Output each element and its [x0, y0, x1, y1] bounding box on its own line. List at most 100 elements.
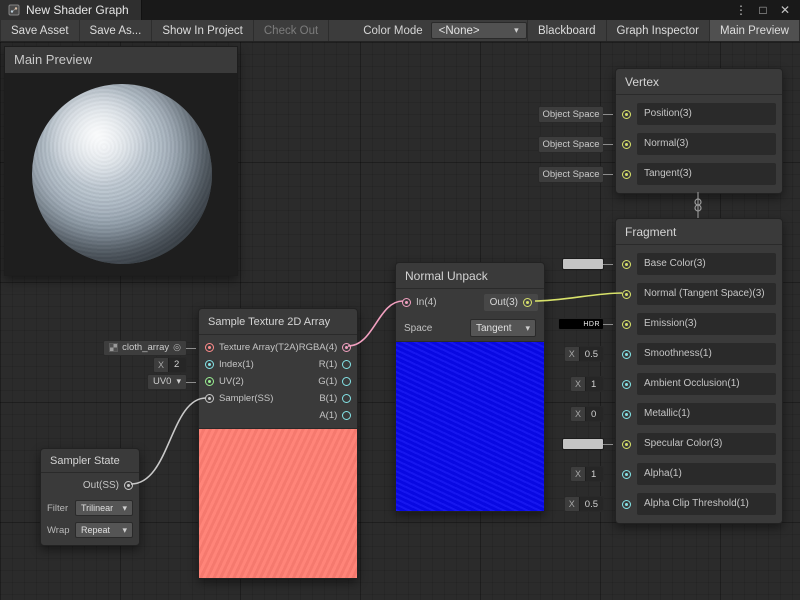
texture-array-input-row: cloth_array ◎ Texture Array(T2A)	[199, 339, 299, 356]
port-label: R(1)	[319, 359, 337, 370]
vertex-node-title: Vertex	[616, 69, 782, 95]
uv-channel-dropdown[interactable]: UV0 ▾	[147, 374, 187, 390]
index-float-field[interactable]: X 2	[153, 357, 187, 373]
port-label: Tangent(3)	[637, 163, 776, 185]
graph-canvas[interactable]: Main Preview Vertex Object Space Positio…	[0, 42, 800, 600]
kebab-menu-icon[interactable]: ⋮	[732, 3, 750, 17]
fragment-node-title: Fragment	[616, 219, 782, 245]
rgba-port[interactable]	[342, 343, 351, 352]
float-value[interactable]: 0.5	[579, 497, 603, 511]
port-label: Sampler(SS)	[219, 393, 273, 404]
emission-hdr-swatch[interactable]: HDR	[558, 318, 604, 330]
b-port[interactable]	[342, 394, 351, 403]
shader-graph-window: New Shader Graph ⋮ □ ✕ Save Asset Save A…	[0, 0, 800, 600]
texture-array-port[interactable]	[205, 343, 214, 352]
metallic-port[interactable]	[622, 410, 631, 419]
alpha-port[interactable]	[622, 470, 631, 479]
r-port[interactable]	[342, 360, 351, 369]
normal-port[interactable]	[622, 140, 631, 149]
chevron-down-icon: ▾	[122, 503, 127, 514]
object-picker-icon[interactable]: ◎	[173, 342, 181, 353]
port-label: B(1)	[319, 393, 337, 404]
fragment-node[interactable]: Fragment Base Color(3) Normal (Tangent S…	[615, 218, 783, 524]
filter-dropdown[interactable]: Trilinear ▾	[75, 500, 133, 516]
sample-node-title: Sample Texture 2D Array	[199, 309, 357, 335]
float-value[interactable]: 2	[168, 358, 186, 372]
port-label: Position(3)	[637, 103, 776, 125]
vertex-node[interactable]: Vertex Object Space Position(3) Object S…	[615, 68, 783, 194]
in-port[interactable]	[402, 298, 411, 307]
window-controls: ⋮ □ ✕	[732, 0, 800, 20]
graph-tab[interactable]: New Shader Graph	[0, 0, 142, 20]
main-preview-panel[interactable]: Main Preview	[4, 46, 238, 276]
fragment-row-metallic: X 0 Metallic(1)	[616, 399, 782, 429]
wrap-value: Repeat	[81, 525, 110, 535]
sample-texture-2d-array-node[interactable]: Sample Texture 2D Array cloth_array ◎ Te…	[198, 308, 358, 579]
port-label: Smoothness(1)	[637, 343, 776, 365]
show-in-project-button[interactable]: Show In Project	[152, 20, 254, 41]
alpha-clip-port[interactable]	[622, 500, 631, 509]
out-port-group: Out(3)	[484, 294, 538, 311]
specular-color-port[interactable]	[622, 440, 631, 449]
g-port[interactable]	[342, 377, 351, 386]
maximize-icon[interactable]: □	[754, 3, 772, 17]
smoothness-float-field[interactable]: X 0.5	[564, 346, 604, 362]
position-port[interactable]	[622, 110, 631, 119]
color-mode-dropdown[interactable]: <None> ▾	[431, 22, 527, 39]
fragment-row-base-color: Base Color(3)	[616, 249, 782, 279]
main-preview-title[interactable]: Main Preview	[5, 47, 237, 73]
specular-color-swatch[interactable]	[562, 438, 604, 450]
save-asset-button[interactable]: Save Asset	[0, 20, 80, 41]
a-port[interactable]	[342, 411, 351, 420]
fragment-row-alpha: X 1 Alpha(1)	[616, 459, 782, 489]
main-preview-toggle-button[interactable]: Main Preview	[710, 20, 800, 41]
port-label: Normal (Tangent Space)(3)	[637, 283, 776, 305]
float-value[interactable]: 1	[585, 467, 603, 481]
position-space-dropdown[interactable]: Object Space	[538, 106, 604, 123]
normal-unpack-node[interactable]: Normal Unpack In(4) Out(3) Space Tangent…	[395, 262, 545, 512]
ambient-occlusion-port[interactable]	[622, 380, 631, 389]
port-label: A(1)	[319, 410, 337, 421]
normal-tangent-port[interactable]	[622, 290, 631, 299]
alpha-float-field[interactable]: X 1	[570, 466, 604, 482]
float-value[interactable]: 0.5	[579, 347, 603, 361]
port-label: In(4)	[416, 297, 437, 308]
sampler-state-node[interactable]: Sampler State Out(SS) Filter Trilinear ▾…	[40, 448, 140, 546]
sampler-port[interactable]	[205, 394, 214, 403]
emission-port[interactable]	[622, 320, 631, 329]
ambient-occlusion-float-field[interactable]: X 1	[570, 376, 604, 392]
graph-inspector-toggle-button[interactable]: Graph Inspector	[607, 20, 710, 41]
wrap-dropdown[interactable]: Repeat ▾	[75, 522, 133, 538]
blackboard-toggle-button[interactable]: Blackboard	[527, 20, 607, 41]
space-label: Space	[404, 323, 432, 334]
texture-object-field[interactable]: cloth_array ◎	[103, 340, 187, 356]
tangent-port[interactable]	[622, 170, 631, 179]
edge-out-to-normal[interactable]	[535, 293, 622, 301]
texture-name: cloth_array	[122, 342, 169, 353]
normal-space-dropdown[interactable]: Object Space	[538, 136, 604, 153]
base-color-swatch[interactable]	[562, 258, 604, 270]
uv-port[interactable]	[205, 377, 214, 386]
vertex-row-tangent: Object Space Tangent(3)	[616, 159, 782, 189]
tangent-space-dropdown[interactable]: Object Space	[538, 166, 604, 183]
out-port[interactable]	[523, 298, 532, 307]
smoothness-port[interactable]	[622, 350, 631, 359]
index-port[interactable]	[205, 360, 214, 369]
index-input-row: X 2 Index(1)	[199, 356, 299, 373]
base-color-port[interactable]	[622, 260, 631, 269]
in-port-group: In(4)	[402, 297, 437, 308]
edge-sampler-to-sampler-ss[interactable]	[131, 398, 206, 484]
sampler-out-row: Out(SS)	[41, 473, 139, 497]
fragment-row-ambient-occlusion: X 1 Ambient Occlusion(1)	[616, 369, 782, 399]
metallic-float-field[interactable]: X 0	[570, 406, 604, 422]
title-bar: New Shader Graph ⋮ □ ✕	[0, 0, 800, 20]
save-as-button[interactable]: Save As...	[80, 20, 153, 41]
float-value[interactable]: 1	[585, 377, 603, 391]
float-value[interactable]: 0	[585, 407, 603, 421]
port-label: Alpha Clip Threshold(1)	[637, 493, 776, 515]
out-ss-port[interactable]	[124, 481, 133, 490]
close-icon[interactable]: ✕	[776, 3, 794, 17]
fragment-row-alpha-clip: X 0.5 Alpha Clip Threshold(1)	[616, 489, 782, 519]
space-dropdown[interactable]: Tangent ▾	[470, 319, 536, 337]
alpha-clip-float-field[interactable]: X 0.5	[564, 496, 604, 512]
